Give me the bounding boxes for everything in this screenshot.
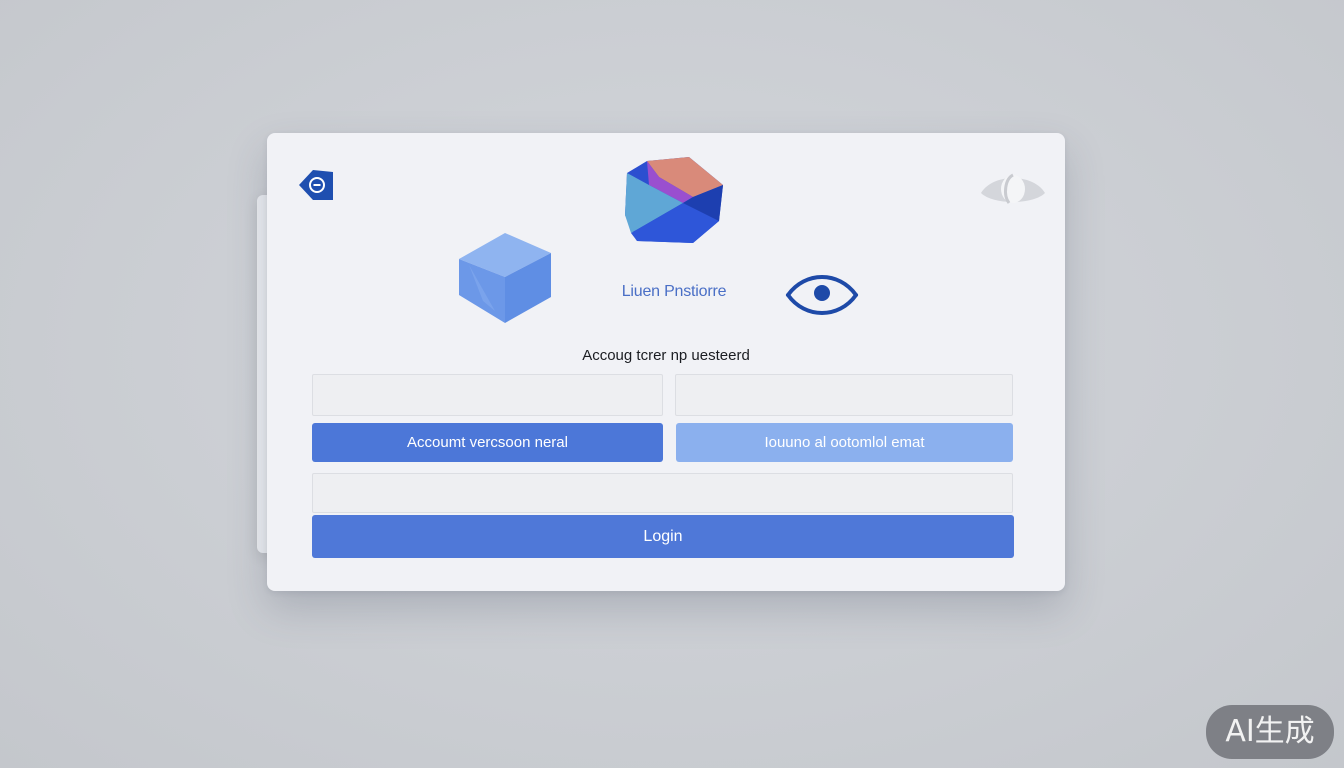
account-field-left[interactable] (312, 374, 663, 416)
account-field-right[interactable] (675, 374, 1013, 416)
cube-icon (455, 231, 555, 325)
login-card: Liuen Pnstiorre Accoug tcrer np uesteerd… (267, 133, 1065, 591)
secondary-action-button[interactable]: Iouuno al ootomlol emat (676, 423, 1013, 462)
form-subtitle: Accoug tcrer np uesteerd (582, 347, 750, 364)
eye-outline-icon[interactable] (979, 169, 1047, 209)
brand-name: Liuen Pnstiorre (621, 283, 727, 300)
tag-logo-icon[interactable] (297, 166, 335, 204)
login-button[interactable]: Login (312, 515, 1014, 558)
ai-generated-badge: AI生成 (1206, 705, 1334, 759)
password-field[interactable] (312, 473, 1013, 513)
eye-icon[interactable] (785, 269, 859, 321)
account-version-button[interactable]: Accoumt vercsoon neral (312, 423, 663, 462)
gem-logo-icon (623, 155, 725, 245)
